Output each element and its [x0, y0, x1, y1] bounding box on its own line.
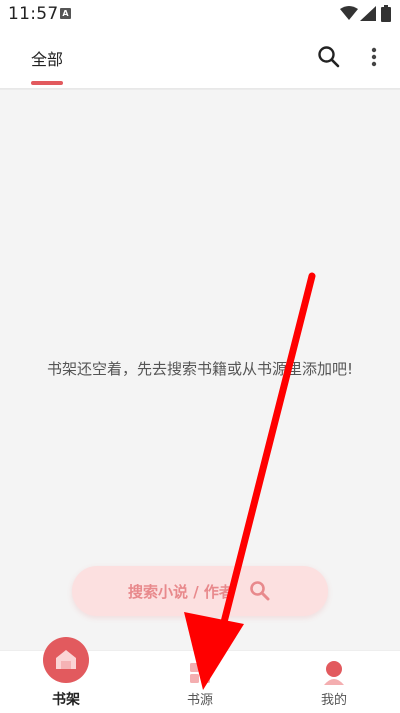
wifi-icon	[340, 6, 358, 20]
bookshelf-icon	[43, 637, 89, 683]
tab-active-indicator	[31, 81, 63, 85]
nav-item-source[interactable]: 书源	[168, 651, 232, 713]
nav-item-mine[interactable]: 我的	[302, 651, 366, 713]
nav-item-mine-label: 我的	[320, 693, 347, 708]
top-app-bar: 全部	[0, 28, 400, 90]
nav-item-bookshelf-label: 书架	[52, 692, 80, 708]
empty-shelf-message: 书架还空着，先去搜索书籍或从书源里添加吧!	[46, 360, 353, 378]
profile-icon	[324, 661, 344, 685]
search-icon	[250, 581, 270, 601]
signal-icon	[360, 6, 376, 21]
bottom-navigation: 书架 书源 我的	[0, 637, 400, 713]
more-vert-icon	[371, 47, 377, 67]
tab-all-label: 全部	[30, 50, 63, 69]
notification-badge-icon: A	[60, 8, 71, 19]
search-icon	[318, 46, 340, 68]
more-options-button[interactable]	[364, 44, 384, 70]
source-grid-icon	[190, 663, 210, 683]
search-novel-button[interactable]: 搜索小说 / 作者	[72, 566, 328, 616]
search-novel-label: 搜索小说 / 作者	[128, 583, 234, 601]
battery-icon	[381, 5, 391, 22]
bookshelf-content: 书架还空着，先去搜索书籍或从书源里添加吧! 搜索小说 / 作者	[0, 90, 400, 650]
tab-all[interactable]: 全部	[28, 46, 66, 85]
status-bar: 11:57 A	[0, 0, 400, 28]
search-button[interactable]	[316, 44, 342, 70]
nav-item-source-label: 书源	[186, 693, 213, 708]
status-time: 11:57	[8, 4, 59, 24]
nav-item-bookshelf[interactable]: 书架	[36, 637, 96, 713]
